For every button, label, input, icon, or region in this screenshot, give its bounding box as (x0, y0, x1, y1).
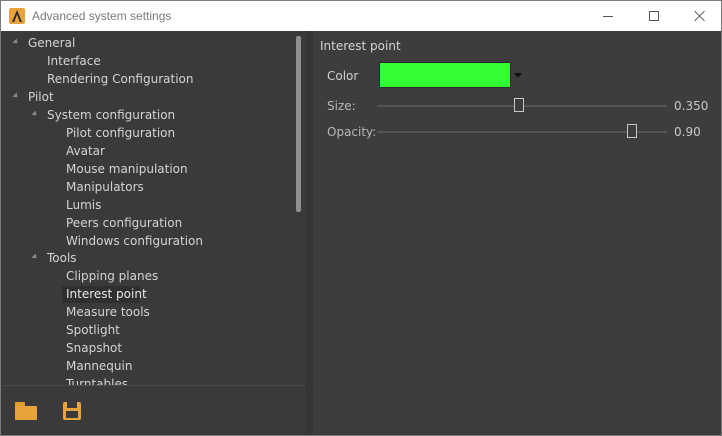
expand-arrow-icon[interactable] (12, 92, 20, 100)
tree-item-spotlight[interactable]: Spotlight (64, 322, 122, 339)
tree-item-snapshot[interactable]: Snapshot (64, 340, 124, 357)
tree-item-tools[interactable]: Tools (45, 250, 79, 267)
tree-item-interface[interactable]: Interface (45, 53, 103, 70)
tree-item-mouse-manipulation[interactable]: Mouse manipulation (64, 161, 190, 178)
tree-item-pilot-configuration[interactable]: Pilot configuration (64, 125, 177, 142)
tree-item-general[interactable]: General (26, 35, 77, 52)
tree-item-pilot[interactable]: Pilot (26, 89, 56, 106)
expand-arrow-icon[interactable] (12, 38, 20, 46)
expand-arrow-icon[interactable] (31, 110, 39, 118)
chevron-down-icon[interactable] (511, 62, 525, 88)
color-picker-swatch[interactable] (379, 62, 511, 88)
section-title: Interest point (320, 39, 401, 53)
app-logo-icon (9, 8, 25, 24)
tree-item-interest-point[interactable]: Interest point (62, 286, 147, 303)
tree-item-measure-tools[interactable]: Measure tools (64, 304, 152, 321)
opacity-label: Opacity: (327, 125, 377, 139)
tree-item-clipping-planes[interactable]: Clipping planes (64, 268, 160, 285)
minimize-button[interactable] (585, 1, 631, 31)
folder-open-icon[interactable] (15, 402, 37, 420)
size-label: Size: (327, 99, 356, 113)
opacity-value: 0.90 (674, 125, 701, 139)
floppy-disk-icon[interactable] (63, 402, 81, 420)
panel-splitter[interactable] (305, 31, 313, 435)
maximize-icon (649, 11, 659, 21)
file-toolbar (2, 385, 305, 435)
tree-item-turntables[interactable]: Turntables (64, 376, 130, 385)
minimize-icon (603, 15, 613, 17)
opacity-slider-handle[interactable] (627, 124, 637, 138)
settings-tree: General Interface Rendering Configuratio… (2, 32, 295, 385)
scrollbar-thumb[interactable] (296, 36, 301, 212)
tree-item-mannequin[interactable]: Mannequin (64, 358, 134, 375)
tree-item-manipulators[interactable]: Manipulators (64, 179, 146, 196)
tree-item-avatar[interactable]: Avatar (64, 143, 107, 160)
tree-item-lumis[interactable]: Lumis (64, 197, 103, 214)
close-button[interactable] (677, 1, 722, 31)
settings-window-body: General Interface Rendering Configuratio… (0, 31, 722, 436)
color-label: Color (327, 69, 359, 83)
title-bar: Advanced system settings (0, 0, 722, 31)
size-slider-handle[interactable] (514, 98, 524, 112)
expand-arrow-icon[interactable] (31, 253, 39, 261)
opacity-slider-track[interactable] (377, 131, 667, 133)
tree-item-windows-configuration[interactable]: Windows configuration (64, 233, 205, 250)
tree-scrollbar[interactable] (295, 32, 305, 385)
tree-item-system-configuration[interactable]: System configuration (45, 107, 177, 124)
maximize-button[interactable] (631, 1, 677, 31)
interest-point-panel: Interest point Color Size: 0.350 Opacity… (313, 32, 721, 434)
close-icon (694, 10, 706, 22)
tree-item-rendering-configuration[interactable]: Rendering Configuration (45, 71, 195, 88)
tree-item-peers-configuration[interactable]: Peers configuration (64, 215, 184, 232)
size-value: 0.350 (674, 99, 709, 113)
window-title: Advanced system settings (32, 9, 172, 23)
